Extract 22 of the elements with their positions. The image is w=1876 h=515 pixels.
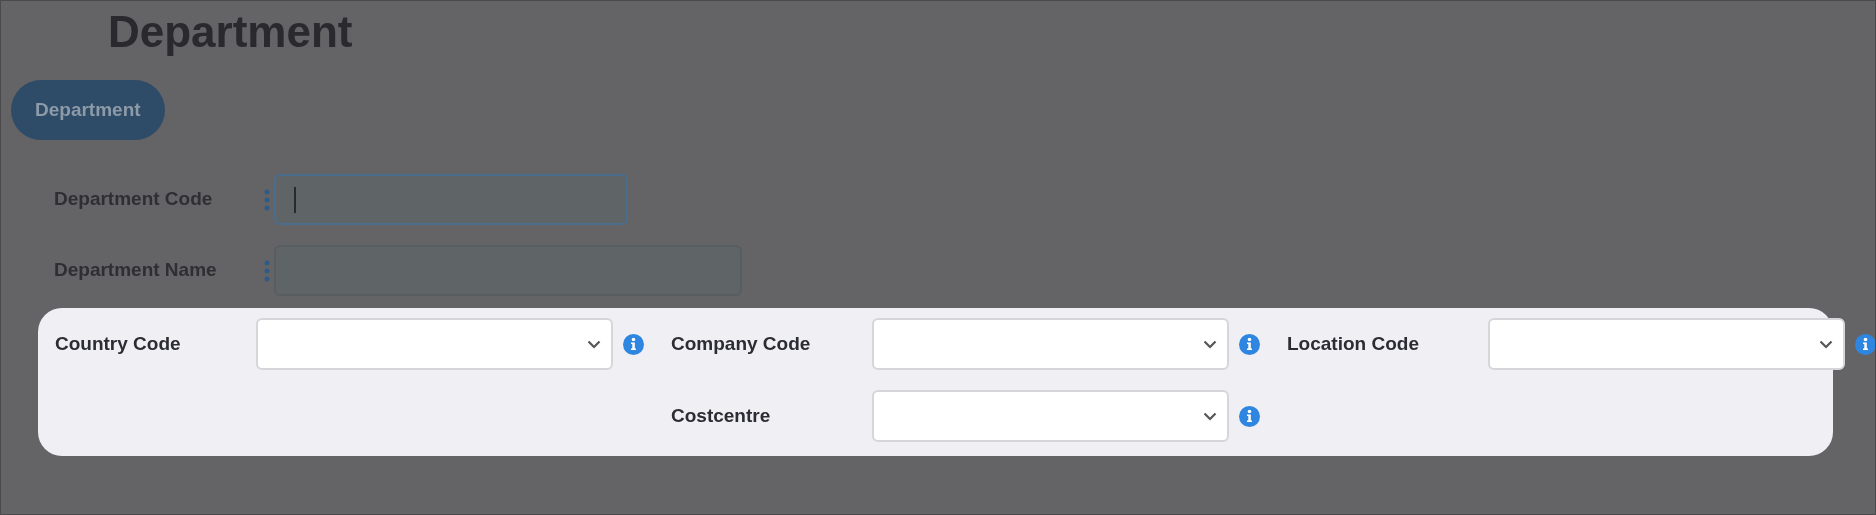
info-icon[interactable] <box>1855 333 1875 355</box>
chevron-down-icon <box>1203 339 1217 349</box>
info-icon[interactable] <box>1239 405 1260 427</box>
drag-handle-icon[interactable] <box>264 188 270 211</box>
chevron-down-icon <box>587 339 601 349</box>
field-label: Country Code <box>54 331 182 356</box>
info-icon[interactable] <box>623 333 644 355</box>
chevron-down-icon <box>1819 339 1833 349</box>
department-tab-button[interactable]: Department <box>11 80 165 140</box>
select-field[interactable] <box>872 318 1229 370</box>
info-icon[interactable] <box>1239 333 1260 355</box>
drag-handle-icon[interactable] <box>264 259 270 282</box>
text-caret <box>294 186 296 213</box>
page-title: Department <box>108 6 354 58</box>
field-label: Costcentre <box>670 403 772 428</box>
select-field[interactable] <box>256 318 613 370</box>
select-field[interactable] <box>1488 318 1845 370</box>
chevron-down-icon <box>1203 411 1217 421</box>
field-label: Company Code <box>670 331 812 356</box>
text-field[interactable] <box>274 174 628 225</box>
field-label: Location Code <box>1286 331 1420 356</box>
select-field[interactable] <box>872 390 1229 442</box>
